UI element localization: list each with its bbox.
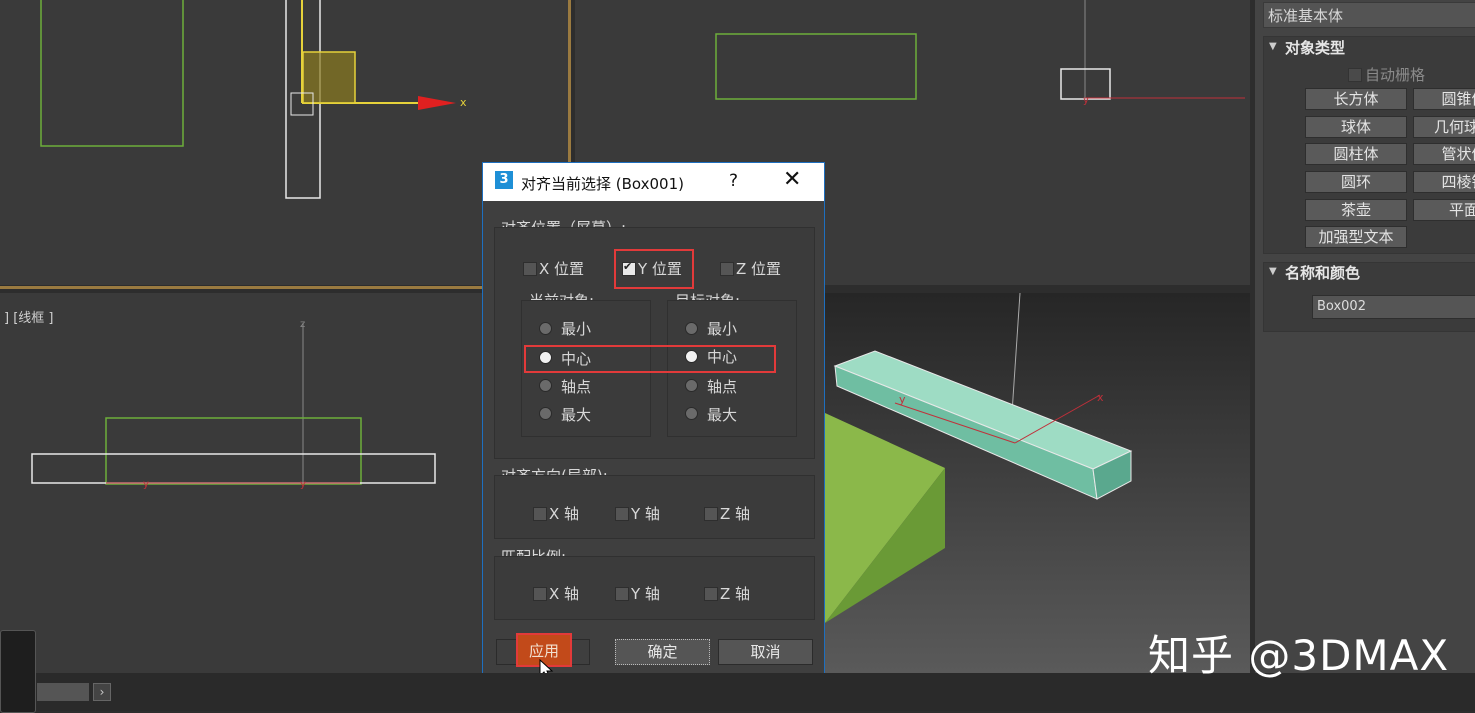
current-max-radio[interactable] — [539, 407, 552, 420]
current-min-radio[interactable] — [539, 322, 552, 335]
current-pivot-radio[interactable] — [539, 379, 552, 392]
svg-text:y: y — [143, 479, 149, 490]
target-pivot-radio[interactable] — [685, 379, 698, 392]
pyramid-button[interactable]: 四棱锥 — [1413, 171, 1475, 193]
object-type-title[interactable]: 对象类型 — [1285, 37, 1345, 58]
primitive-type-dropdown[interactable]: 标准基本体 — [1263, 2, 1475, 28]
tube-button[interactable]: 管状体 — [1413, 143, 1475, 165]
svg-text:z: z — [300, 319, 305, 330]
orient-y-label[interactable]: Y 轴 — [631, 503, 660, 524]
close-icon[interactable]: ✕ — [783, 167, 801, 192]
svg-text:y: y — [300, 479, 306, 490]
autogrid-checkbox[interactable] — [1348, 68, 1362, 82]
time-slider[interactable] — [37, 683, 89, 701]
target-pivot-label[interactable]: 轴点 — [707, 376, 737, 397]
text-plus-button[interactable]: 加强型文本 — [1305, 226, 1407, 248]
box-button[interactable]: 长方体 — [1305, 88, 1407, 110]
orient-y-checkbox[interactable] — [615, 507, 629, 521]
dialog-title: 对齐当前选择 (Box001) — [521, 175, 684, 193]
x-position-label[interactable]: X 位置 — [539, 258, 584, 279]
align-dialog: 3 对齐当前选择 (Box001) ? ✕ 对齐位置（屏幕）: X 位置 Y 位… — [482, 162, 825, 680]
svg-text:x: x — [460, 96, 467, 109]
orient-x-label[interactable]: X 轴 — [549, 503, 579, 524]
orient-z-checkbox[interactable] — [704, 507, 718, 521]
object-name-field[interactable]: Box002 — [1312, 295, 1475, 319]
scale-y-label[interactable]: Y 轴 — [631, 583, 660, 604]
collapse-arrow-icon[interactable]: ▼ — [1269, 266, 1277, 277]
cancel-button[interactable]: 取消 — [718, 639, 813, 665]
help-button[interactable]: ? — [729, 171, 738, 191]
current-pivot-label[interactable]: 轴点 — [561, 376, 591, 397]
target-min-label[interactable]: 最小 — [707, 318, 737, 339]
scale-z-checkbox[interactable] — [704, 587, 718, 601]
autogrid-label: 自动栅格 — [1365, 66, 1426, 84]
scale-y-checkbox[interactable] — [615, 587, 629, 601]
cylinder-button[interactable]: 圆柱体 — [1305, 143, 1407, 165]
highlight-box — [524, 345, 776, 373]
svg-text:x: x — [1097, 391, 1104, 404]
target-max-label[interactable]: 最大 — [707, 404, 737, 425]
orient-z-label[interactable]: Z 轴 — [720, 503, 750, 524]
watermark: 知乎 @3DMAX — [1148, 631, 1450, 680]
geosphere-button[interactable]: 几何球体 — [1413, 116, 1475, 138]
name-color-title[interactable]: 名称和颜色 — [1285, 262, 1360, 283]
orient-x-checkbox[interactable] — [533, 507, 547, 521]
chevron-right-icon[interactable]: › — [93, 683, 111, 701]
current-max-label[interactable]: 最大 — [561, 404, 591, 425]
scale-z-label[interactable]: Z 轴 — [720, 583, 750, 604]
scale-x-checkbox[interactable] — [533, 587, 547, 601]
svg-text:y: y — [899, 393, 906, 406]
plane-button[interactable]: 平面 — [1413, 199, 1475, 221]
app-3dsmax-icon: 3 — [495, 171, 513, 189]
teapot-button[interactable]: 茶壶 — [1305, 199, 1407, 221]
sphere-button[interactable]: 球体 — [1305, 116, 1407, 138]
z-position-checkbox[interactable] — [720, 262, 734, 276]
highlight-box — [614, 249, 694, 289]
torus-button[interactable]: 圆环 — [1305, 171, 1407, 193]
svg-text:y: y — [1083, 95, 1089, 106]
collapse-arrow-icon[interactable]: ▼ — [1269, 41, 1277, 52]
target-max-radio[interactable] — [685, 407, 698, 420]
scale-x-label[interactable]: X 轴 — [549, 583, 579, 604]
timeline-handle[interactable] — [0, 630, 36, 713]
ok-button[interactable]: 确定 — [615, 639, 710, 665]
command-panel: 标准基本体 ▼ 对象类型 自动栅格 长方体 圆锥体 球体 几何球体 圆柱体 管状… — [1255, 0, 1475, 673]
target-min-radio[interactable] — [685, 322, 698, 335]
current-min-label[interactable]: 最小 — [561, 318, 591, 339]
z-position-label[interactable]: Z 位置 — [736, 258, 781, 279]
cone-button[interactable]: 圆锥体 — [1413, 88, 1475, 110]
x-position-checkbox[interactable] — [523, 262, 537, 276]
